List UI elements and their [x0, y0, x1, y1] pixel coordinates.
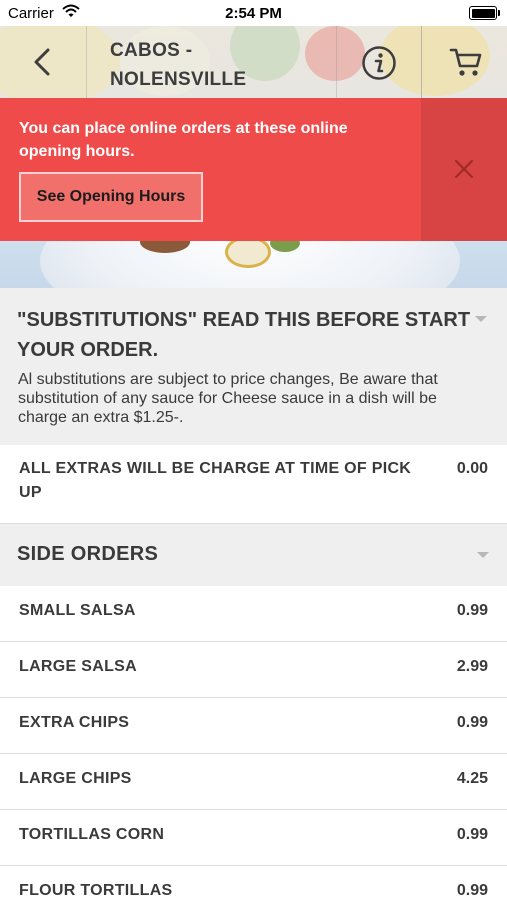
cart-button[interactable] — [421, 26, 507, 98]
caret-down-icon — [475, 316, 487, 322]
menu-item[interactable]: LARGE SALSA 2.99 — [0, 642, 507, 698]
opening-hours-banner: You can place online orders at these onl… — [0, 98, 507, 241]
item-price: 4.25 — [456, 770, 488, 787]
close-icon — [454, 159, 474, 179]
cart-icon — [449, 48, 482, 76]
item-price: 0.99 — [456, 714, 488, 731]
item-name: FLOUR TORTILLAS — [19, 882, 173, 899]
menu-item-extras[interactable]: ALL EXTRAS WILL BE CHARGE AT TIME OF PIC… — [0, 445, 507, 524]
item-price: 0.99 — [456, 882, 488, 899]
item-name: LARGE CHIPS — [19, 770, 132, 787]
clock: 2:54 PM — [225, 5, 282, 22]
item-name: LARGE SALSA — [19, 658, 137, 675]
title-line-2: NOLENSVILLE — [110, 69, 247, 90]
menu-item[interactable]: TORTILLAS CORN 0.99 — [0, 810, 507, 866]
close-banner-button[interactable] — [421, 98, 507, 241]
nav-bar: CABOS - NOLENSVILLE — [0, 26, 507, 98]
status-bar: Carrier 2:54 PM — [0, 0, 507, 26]
notice-heading: "SUBSTITUTIONS" READ THIS BEFORE START Y… — [17, 309, 471, 361]
substitutions-notice[interactable]: "SUBSTITUTIONS" READ THIS BEFORE START Y… — [0, 288, 507, 445]
menu-item[interactable]: LARGE CHIPS 4.25 — [0, 754, 507, 810]
item-price: 0.99 — [456, 602, 488, 619]
caret-down-icon — [477, 552, 489, 558]
item-name: EXTRA CHIPS — [19, 714, 130, 731]
info-icon — [362, 46, 396, 80]
section-side-orders[interactable]: SIDE ORDERS — [0, 524, 507, 586]
back-button[interactable] — [0, 26, 87, 98]
item-name: TORTILLAS CORN — [19, 826, 165, 843]
menu-item[interactable]: FLOUR TORTILLAS 0.99 — [0, 866, 507, 900]
section-title: SIDE ORDERS — [17, 543, 159, 565]
item-name: SMALL SALSA — [19, 602, 136, 619]
menu-item[interactable]: EXTRA CHIPS 0.99 — [0, 698, 507, 754]
menu-item[interactable]: SMALL SALSA 0.99 — [0, 586, 507, 642]
banner-message: You can place online orders at these onl… — [19, 120, 348, 160]
item-price: 0.99 — [456, 826, 488, 843]
restaurant-title: CABOS - NOLENSVILLE — [110, 36, 330, 94]
battery-icon — [469, 6, 500, 20]
notice-body: Al substitutions are subject to price ch… — [18, 371, 438, 426]
item-price: 2.99 — [456, 658, 488, 675]
see-opening-hours-button[interactable]: See Opening Hours — [19, 172, 203, 222]
info-button[interactable] — [336, 26, 422, 98]
chevron-left-icon — [34, 48, 50, 76]
item-name: ALL EXTRAS WILL BE CHARGE AT TIME OF PIC… — [19, 460, 412, 501]
title-line-1: CABOS - — [110, 40, 193, 61]
item-price: 0.00 — [456, 460, 488, 477]
